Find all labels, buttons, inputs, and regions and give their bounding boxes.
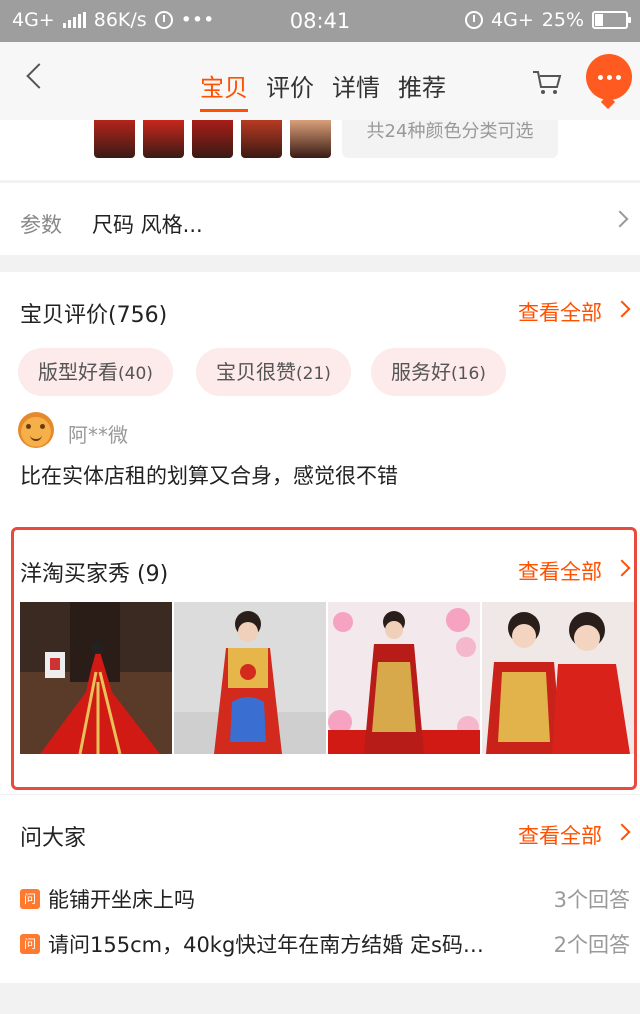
review-tag-count: (16) — [451, 364, 486, 384]
reviews-view-all-link[interactable]: 查看全部 — [518, 297, 602, 327]
question-item[interactable]: 问 能铺开坐床上吗 — [20, 884, 195, 914]
battery-icon — [592, 11, 631, 29]
color-options-label[interactable]: 共24种颜色分类可选 — [342, 120, 558, 158]
review-tag-count: (21) — [296, 364, 331, 384]
tab-details[interactable]: 详情 — [332, 68, 380, 103]
buyer-photo[interactable] — [174, 602, 326, 754]
alarm-icon — [465, 11, 484, 29]
review-tag[interactable]: 宝贝很赞(21) — [196, 348, 351, 396]
battery-percent: 25% — [541, 9, 584, 31]
more-menu-button[interactable] — [586, 54, 632, 100]
answer-count: 2个回答 — [553, 933, 630, 957]
review-tag[interactable]: 版型好看(40) — [18, 348, 173, 396]
question-icon: 问 — [20, 889, 40, 909]
sku-thumbnail[interactable] — [290, 120, 331, 158]
back-icon[interactable] — [26, 63, 52, 89]
tab-item[interactable]: 宝贝 — [200, 68, 248, 112]
review-tag-label: 版型好看 — [38, 360, 118, 384]
battery-fill — [595, 14, 603, 26]
question-text: 能铺开坐床上吗 — [48, 888, 195, 912]
cart-icon[interactable] — [532, 70, 562, 96]
review-tag-label: 宝贝很赞 — [216, 360, 296, 384]
sku-strip: 共24种颜色分类可选 — [0, 120, 640, 180]
sku-thumbnail[interactable] — [143, 120, 184, 158]
buyer-show-title: 洋淘买家秀 (9) — [20, 562, 169, 587]
network-label-right: 4G+ — [491, 9, 534, 31]
avatar — [18, 412, 54, 448]
question-icon: 问 — [20, 934, 40, 954]
status-bar: 4G+ 86K/s ••• 08:41 4G+ 25% — [0, 0, 640, 42]
review-tag[interactable]: 服务好(16) — [371, 348, 506, 396]
sku-thumbnail[interactable] — [241, 120, 282, 158]
reviewer-name: 阿**微 — [68, 423, 128, 447]
ask-view-all-link[interactable]: 查看全部 — [518, 820, 602, 850]
buyer-photo[interactable] — [20, 602, 172, 754]
sku-thumbnails — [94, 120, 331, 158]
answer-count: 3个回答 — [553, 888, 630, 912]
review-tag-label: 服务好 — [391, 360, 451, 384]
tab-recommend[interactable]: 推荐 — [398, 68, 446, 103]
buyer-show-photos — [20, 602, 634, 754]
question-text: 请问155cm，40kg快过年在南方结婚 定s码… — [48, 933, 484, 957]
params-label: 参数 — [20, 213, 62, 237]
buyer-show-view-all-link[interactable]: 查看全部 — [518, 556, 602, 586]
tab-bar: 宝贝 评价 详情 推荐 — [200, 68, 446, 112]
buyer-photo[interactable] — [328, 602, 480, 754]
sku-thumbnail[interactable] — [192, 120, 233, 158]
ask-title: 问大家 — [20, 826, 87, 851]
tab-reviews[interactable]: 评价 — [266, 68, 314, 103]
review-comment[interactable]: 比在实体店租的划算又合身，感觉很不错 — [20, 460, 398, 490]
params-row[interactable]: 参数 尺码 风格... — [0, 183, 640, 255]
reviews-title: 宝贝评价(756) — [20, 303, 168, 328]
status-right: 4G+ 25% — [465, 9, 631, 31]
params-value: 尺码 风格... — [92, 213, 203, 237]
review-tag-count: (40) — [118, 364, 153, 384]
sku-thumbnail[interactable] — [94, 120, 135, 158]
chevron-right-icon — [611, 210, 629, 228]
buyer-photo[interactable] — [482, 602, 634, 754]
question-item[interactable]: 问 请问155cm，40kg快过年在南方结婚 定s码… — [20, 929, 484, 959]
nav-bar: 宝贝 评价 详情 推荐 — [0, 42, 640, 120]
